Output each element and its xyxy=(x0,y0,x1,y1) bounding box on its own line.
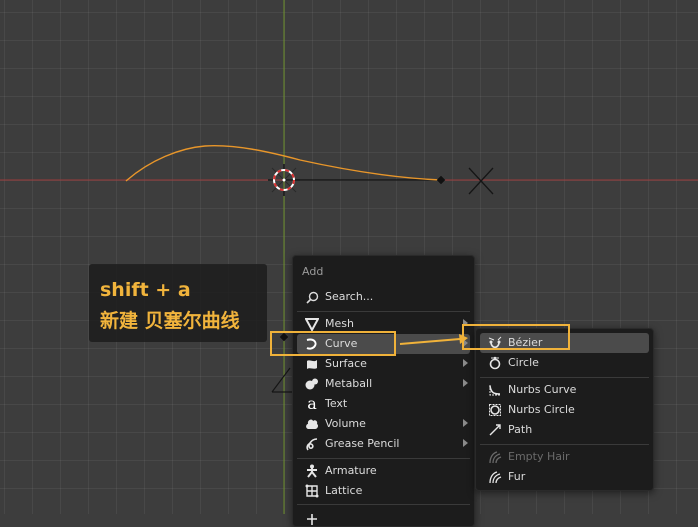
menu-item-surface[interactable]: Surface xyxy=(297,354,470,374)
shortcut-caption: shift + a 新建 贝塞尔曲线 xyxy=(89,264,267,342)
menu-item-label: Curve xyxy=(325,337,358,350)
submenu-item-label: Path xyxy=(508,423,533,436)
submenu-item-label: Fur xyxy=(508,470,526,483)
circle-curve-icon xyxy=(487,355,503,371)
menu-item-volume[interactable]: Volume xyxy=(297,414,470,434)
submenu-item-circle[interactable]: Circle xyxy=(480,353,649,373)
submenu-item-nurbs-curve[interactable]: Nurbs Curve xyxy=(480,380,649,400)
menu-item-grease-pencil[interactable]: Grease Pencil xyxy=(297,434,470,454)
menu-item-lattice[interactable]: Lattice xyxy=(297,481,470,501)
caption-shortcut-text: shift + a xyxy=(100,279,191,301)
mesh-icon xyxy=(304,316,320,332)
submenu-arrow-icon xyxy=(463,419,468,427)
armature-icon xyxy=(304,463,320,479)
menu-item-label: Grease Pencil xyxy=(325,437,400,450)
menu-item-label: Armature xyxy=(325,464,377,477)
path-icon xyxy=(487,422,503,438)
submenu-separator xyxy=(480,377,649,378)
menu-separator xyxy=(297,458,470,459)
add-menu: Add Search... Mesh Curve Surface Metabal… xyxy=(292,255,475,527)
submenu-arrow-icon xyxy=(463,339,468,347)
partial-object-outline xyxy=(271,367,292,393)
submenu-arrow-icon xyxy=(463,439,468,447)
submenu-item-label: Circle xyxy=(508,356,539,369)
surface-icon xyxy=(304,356,320,372)
menu-item-metaball[interactable]: Metaball xyxy=(297,374,470,394)
menu-item-label: Volume xyxy=(325,417,366,430)
menu-item-armature[interactable]: Armature xyxy=(297,461,470,481)
submenu-item-label: Bézier xyxy=(508,336,543,349)
menu-separator xyxy=(297,311,470,312)
menu-item-label: Surface xyxy=(325,357,367,370)
submenu-arrow-icon xyxy=(463,319,468,327)
menu-search[interactable]: Search... xyxy=(297,287,470,307)
menu-item-label: Metaball xyxy=(325,377,373,390)
empty-object-cross[interactable] xyxy=(468,167,494,195)
submenu-arrow-icon xyxy=(463,359,468,367)
curve-submenu: Bézier Circle Nurbs Curve Nurbs Circle P… xyxy=(475,328,654,491)
submenu-separator xyxy=(480,444,649,445)
nurbs-circle-icon xyxy=(487,402,503,418)
menu-item-label: Lattice xyxy=(325,484,363,497)
submenu-item-label: Nurbs Curve xyxy=(508,383,577,396)
search-label: Search... xyxy=(325,290,374,303)
curve-endpoint[interactable] xyxy=(436,175,446,185)
submenu-item-fur[interactable]: Fur xyxy=(480,467,649,487)
object-vertex xyxy=(279,332,289,342)
menu-separator xyxy=(297,504,470,505)
metaball-icon xyxy=(304,376,320,392)
menu-item-cutoff[interactable] xyxy=(297,508,470,526)
caption-description-text: 新建 贝塞尔曲线 xyxy=(100,310,240,332)
bezier-icon xyxy=(487,335,503,351)
text-icon: a xyxy=(307,394,317,413)
menu-item-curve[interactable]: Curve xyxy=(297,334,470,354)
submenu-arrow-icon xyxy=(463,379,468,387)
menu-item-mesh[interactable]: Mesh xyxy=(297,314,470,334)
curve-icon xyxy=(304,336,320,352)
menu-item-label: Text xyxy=(325,397,348,410)
empty-object-icon xyxy=(304,510,320,526)
lattice-icon xyxy=(304,483,320,499)
submenu-item-label: Empty Hair xyxy=(508,450,570,463)
empty-hair-icon xyxy=(487,449,503,465)
submenu-item-nurbs-circle[interactable]: Nurbs Circle xyxy=(480,400,649,420)
menu-item-text[interactable]: a Text xyxy=(297,394,470,414)
submenu-item-bezier[interactable]: Bézier xyxy=(480,333,649,353)
submenu-item-path[interactable]: Path xyxy=(480,420,649,440)
menu-item-label: Mesh xyxy=(325,317,354,330)
menu-title: Add xyxy=(302,265,324,278)
submenu-item-label: Nurbs Circle xyxy=(508,403,575,416)
volume-icon xyxy=(304,416,320,432)
grease-pencil-icon xyxy=(304,436,320,452)
submenu-item-empty-hair: Empty Hair xyxy=(480,447,649,467)
fur-icon xyxy=(487,469,503,485)
search-icon xyxy=(304,289,320,305)
nurbs-curve-icon xyxy=(487,382,503,398)
